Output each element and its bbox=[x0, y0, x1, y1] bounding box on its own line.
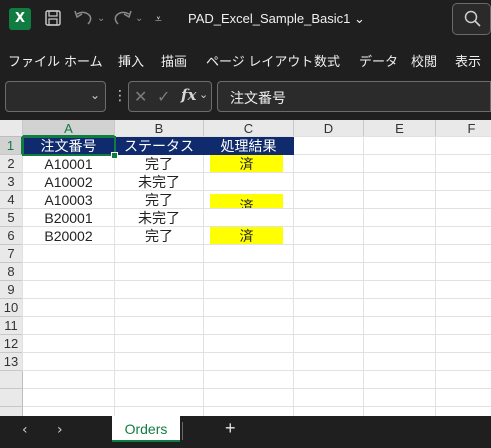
cell-a6[interactable]: B20002 bbox=[23, 227, 115, 245]
cell-a1[interactable]: 注文番号 bbox=[23, 137, 115, 155]
row-header-13[interactable]: 13 bbox=[0, 353, 23, 371]
formula-actions: ✕ ✓ fx ⌄ bbox=[128, 81, 212, 112]
tab-insert[interactable]: 挿入 bbox=[118, 51, 144, 70]
cell-b3[interactable]: 未完了 bbox=[115, 173, 204, 191]
cancel-icon[interactable]: ✕ bbox=[134, 87, 147, 106]
grid-row-line bbox=[23, 334, 491, 335]
cell-a5[interactable]: B20001 bbox=[23, 209, 115, 227]
grid-row-line bbox=[23, 352, 491, 353]
row-header-1[interactable]: 1 bbox=[0, 137, 23, 155]
row-header-11[interactable]: 11 bbox=[0, 317, 23, 335]
cell-b4[interactable]: 完了 bbox=[115, 191, 204, 209]
row-header-3[interactable]: 3 bbox=[0, 173, 23, 191]
title-bar: X ⌄ ⌄ ⩡ PAD_Excel_Sample_Basic1 ⌄ bbox=[0, 0, 491, 40]
cell-a3[interactable]: A10002 bbox=[23, 173, 115, 191]
redo-icon[interactable] bbox=[111, 9, 133, 32]
cell-c4-fill: 済 bbox=[210, 194, 283, 208]
formula-value: 注文番号 bbox=[230, 90, 286, 106]
enter-icon[interactable]: ✓ bbox=[157, 87, 170, 106]
tab-file[interactable]: ファイル bbox=[8, 51, 60, 70]
sheet-tab-orders[interactable]: Orders bbox=[112, 416, 180, 442]
row-header-7[interactable]: 7 bbox=[0, 245, 23, 263]
row-header-2[interactable]: 2 bbox=[0, 155, 23, 173]
cell-b6[interactable]: 完了 bbox=[115, 227, 204, 245]
column-header-b[interactable]: B bbox=[115, 120, 204, 137]
grid-col-line bbox=[363, 137, 364, 416]
ribbon-tabs: ファイル ホーム 挿入 描画 ページ レイアウト 数式 データ 校閲 表示 bbox=[0, 40, 491, 78]
fx-dropdown-icon[interactable]: ⌄ bbox=[199, 88, 208, 101]
tab-formulas[interactable]: 数式 bbox=[314, 51, 340, 70]
formula-input[interactable]: 注文番号 bbox=[217, 81, 491, 112]
document-title[interactable]: PAD_Excel_Sample_Basic1 ⌄ bbox=[188, 11, 365, 27]
save-icon[interactable] bbox=[44, 9, 62, 32]
chevron-right-icon[interactable]: › bbox=[57, 422, 63, 438]
column-header-c[interactable]: C bbox=[204, 120, 294, 137]
cell-c6-fill: 済 bbox=[210, 227, 283, 244]
column-header-e[interactable]: E bbox=[364, 120, 436, 137]
cell-c2-fill: 済 bbox=[210, 155, 283, 172]
row-header-5[interactable]: 5 bbox=[0, 209, 23, 227]
customize-toolbar-icon[interactable]: ⩡ bbox=[155, 9, 162, 29]
row-header-9[interactable]: 9 bbox=[0, 281, 23, 299]
tab-home[interactable]: ホーム bbox=[64, 51, 103, 70]
tab-divider bbox=[182, 422, 183, 440]
select-all-corner[interactable] bbox=[0, 120, 23, 137]
redo-dropdown-icon[interactable]: ⌄ bbox=[135, 9, 143, 29]
row-header-4[interactable]: 4 bbox=[0, 191, 23, 209]
chevron-down-icon: ⌄ bbox=[353, 11, 365, 26]
row-header-extra[interactable] bbox=[0, 407, 23, 416]
grid-row-line bbox=[23, 370, 491, 371]
tab-page-layout[interactable]: ページ レイアウト bbox=[206, 51, 313, 70]
tab-draw[interactable]: 描画 bbox=[161, 51, 187, 70]
cell-c5[interactable] bbox=[204, 209, 294, 227]
search-icon bbox=[464, 10, 481, 27]
grid-row-line bbox=[23, 406, 491, 407]
chevron-left-icon[interactable]: ‹ bbox=[22, 422, 28, 438]
cell-b1[interactable]: ステータス bbox=[115, 137, 204, 155]
row-header-8[interactable]: 8 bbox=[0, 263, 23, 281]
more-options-icon[interactable]: ⋮ bbox=[113, 88, 127, 104]
row-header-12[interactable]: 12 bbox=[0, 335, 23, 353]
grid-row-line bbox=[23, 262, 491, 263]
cell-b5[interactable]: 未完了 bbox=[115, 209, 204, 227]
column-header-d[interactable]: D bbox=[294, 120, 364, 137]
search-button[interactable] bbox=[452, 3, 491, 35]
undo-dropdown-icon[interactable]: ⌄ bbox=[97, 9, 105, 29]
grid-col-line bbox=[435, 137, 436, 416]
row-header-extra[interactable] bbox=[0, 389, 23, 407]
grid-row-line bbox=[23, 280, 491, 281]
cell-a2[interactable]: A10001 bbox=[23, 155, 115, 173]
cell-c3[interactable] bbox=[204, 173, 294, 191]
tab-view[interactable]: 表示 bbox=[455, 51, 481, 70]
tab-data[interactable]: データ bbox=[359, 51, 398, 70]
grid-row-line bbox=[23, 316, 491, 317]
cell-c1[interactable]: 処理結果 bbox=[204, 137, 294, 155]
cell-b2[interactable]: 完了 bbox=[115, 155, 204, 173]
row-header-10[interactable]: 10 bbox=[0, 299, 23, 317]
name-box-dropdown-icon[interactable]: ⌄ bbox=[90, 88, 100, 102]
grid-row-line bbox=[23, 388, 491, 389]
name-box[interactable]: ⌄ bbox=[5, 81, 106, 112]
cell-c2[interactable]: 済 bbox=[204, 155, 294, 173]
cell-c6[interactable]: 済 bbox=[204, 227, 294, 245]
column-header-f[interactable]: F bbox=[436, 120, 491, 137]
row-header-extra[interactable] bbox=[0, 371, 23, 389]
grid-row-line bbox=[23, 298, 491, 299]
excel-logo: X bbox=[9, 8, 31, 30]
insert-function-button[interactable]: fx bbox=[181, 86, 196, 104]
cell-c4[interactable]: 済 bbox=[204, 191, 294, 209]
tab-review[interactable]: 校閲 bbox=[411, 51, 437, 70]
column-header-a[interactable]: A bbox=[23, 120, 115, 137]
row-header-6[interactable]: 6 bbox=[0, 227, 23, 245]
sheet-tab-bar: ‹ › + bbox=[0, 416, 491, 448]
worksheet-grid[interactable]: A B C D E F 1 2 3 4 5 6 7 8 9 10 11 12 1… bbox=[0, 120, 491, 416]
cell-a4[interactable]: A10003 bbox=[23, 191, 115, 209]
undo-icon[interactable] bbox=[73, 9, 95, 32]
fill-handle[interactable] bbox=[111, 152, 118, 159]
add-sheet-button[interactable]: + bbox=[225, 418, 236, 439]
